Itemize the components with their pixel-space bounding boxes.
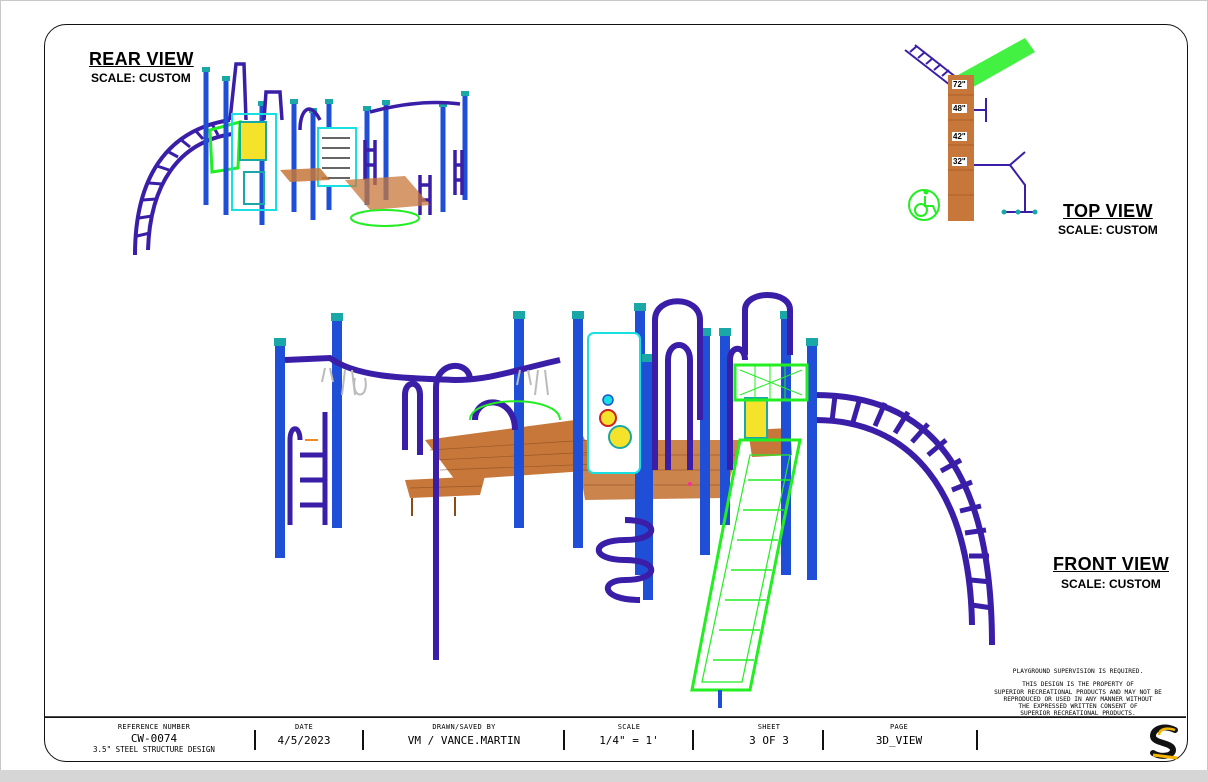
deck-height-label: 32" (952, 157, 967, 166)
reference-number-label: REFERENCE NUMBER (117, 723, 191, 731)
front-view-scale: SCALE: CUSTOM (1061, 577, 1161, 591)
structure-description: 3.5" STEEL STRUCTURE DESIGN (93, 745, 215, 754)
rear-view-drawing (133, 62, 469, 256)
property-line: THE EXPRESSED WRITTEN CONSENT OF (1018, 703, 1138, 711)
front-view-title: FRONT VIEW (1053, 554, 1169, 574)
column-divider (976, 730, 978, 750)
property-line: SUPERIOR RECREATIONAL PRODUCTS AND MAY N… (994, 688, 1162, 696)
supervision-note: PLAYGROUND SUPERVISION IS REQUIRED. (1012, 668, 1144, 675)
drawn-by-value: VM / VANCE.MARTIN (407, 734, 521, 747)
reference-number-value: CW-0074 (130, 732, 178, 745)
page-value: 3D_VIEW (875, 734, 923, 747)
top-view-scale: SCALE: CUSTOM (1058, 223, 1158, 237)
page-label: PAGE (889, 723, 909, 731)
deck-height-label: 42" (952, 132, 967, 141)
reference-number-cell: REFERENCE NUMBER CW-0074 3.5" STEEL STRU… (64, 718, 244, 761)
top-view-drawing (904, 38, 1038, 221)
legal-notes: PLAYGROUND SUPERVISION IS REQUIRED. THIS… (978, 668, 1178, 718)
top-view-title: TOP VIEW (1063, 201, 1153, 221)
date-value: 4/5/2023 (277, 734, 331, 747)
scale-cell: SCALE 1/4" = 1' (569, 718, 689, 761)
title-block: REFERENCE NUMBER CW-0074 3.5" STEEL STRU… (44, 717, 1186, 761)
column-divider (822, 730, 824, 750)
wheelchair-icon (908, 189, 940, 221)
drawn-by-label: DRAWN/SAVED BY (432, 723, 496, 731)
rear-view-title: REAR VIEW (89, 49, 194, 69)
column-divider (254, 730, 256, 750)
property-line: THIS DESIGN IS THE PROPERTY OF (1022, 681, 1134, 689)
sheet-cell: SHEET 3 OF 3 (699, 718, 839, 761)
date-cell: DATE 4/5/2023 (259, 718, 349, 761)
column-divider (362, 730, 364, 750)
rear-view-scale: SCALE: CUSTOM (91, 71, 191, 85)
scale-label: SCALE (617, 723, 641, 731)
drawn-by-cell: DRAWN/SAVED BY VM / VANCE.MARTIN (369, 718, 559, 761)
deck-height-label: 48" (952, 104, 967, 113)
front-view-drawing (274, 292, 995, 708)
sheet-label: SHEET (757, 723, 781, 731)
deck-height-label: 72" (952, 80, 967, 89)
page-cell: PAGE 3D_VIEW (829, 718, 969, 761)
column-divider (692, 730, 694, 750)
sheet-value: 3 OF 3 (749, 734, 789, 747)
property-line: REPRODUCED OR USED IN ANY MANNER WITHOUT (1003, 695, 1153, 703)
scale-value: 1/4" = 1' (599, 734, 659, 747)
date-label: DATE (294, 723, 314, 731)
column-divider (563, 730, 565, 750)
drawing-artwork (44, 38, 1186, 760)
